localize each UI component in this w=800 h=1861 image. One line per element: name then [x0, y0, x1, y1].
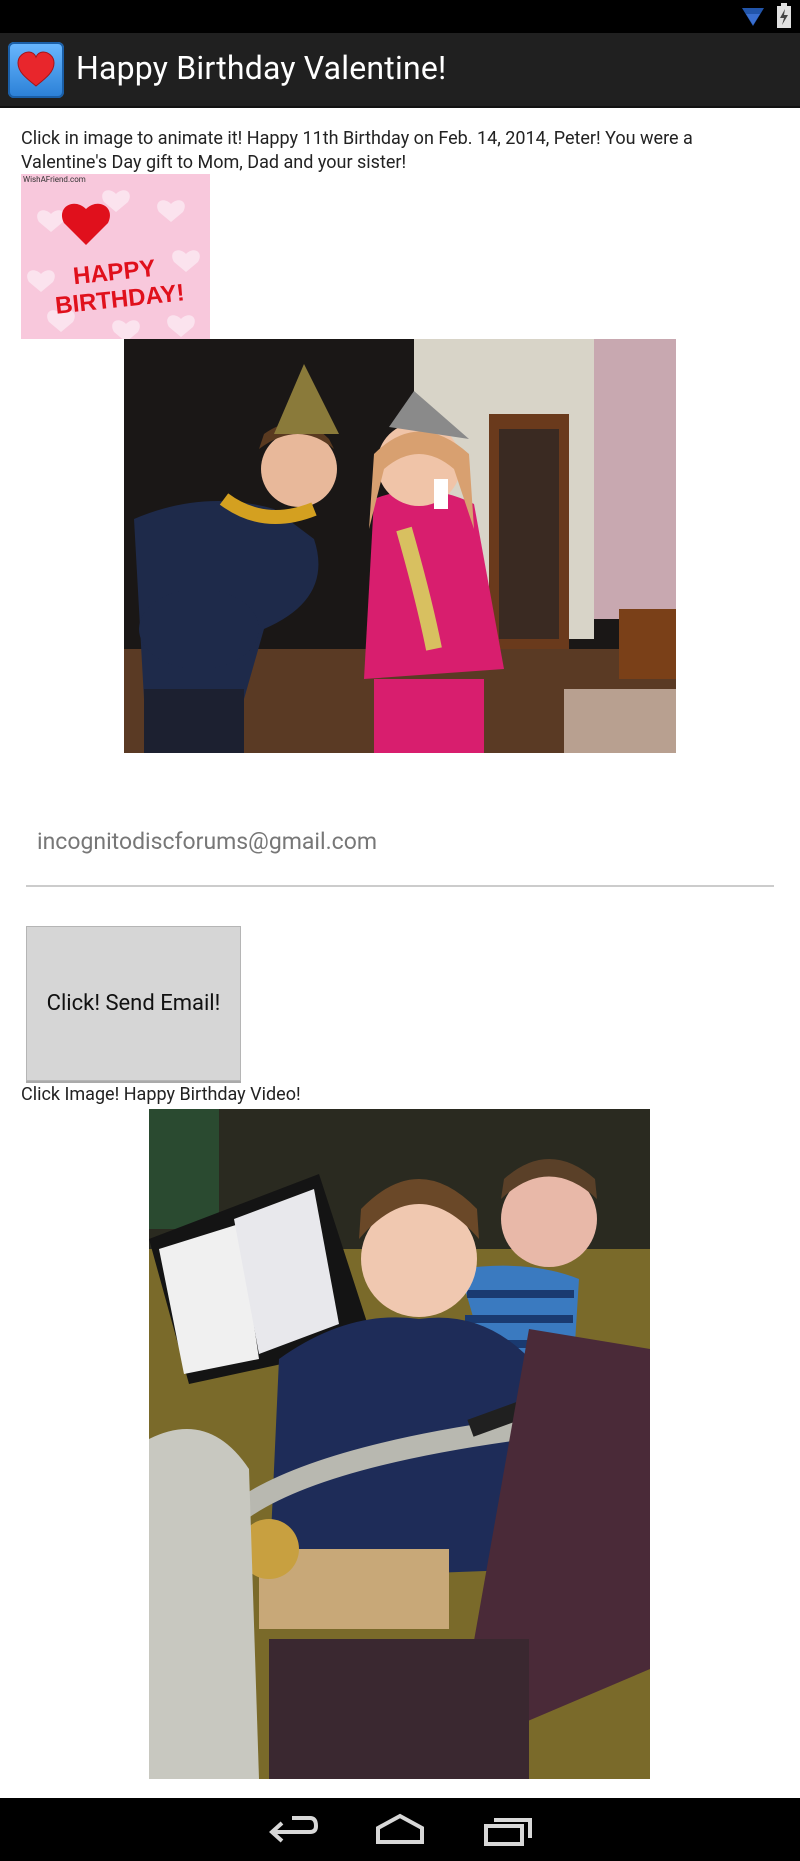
birthday-card-image[interactable]: WishAFriend.com HAPPY BIRTHDAY!: [21, 174, 210, 339]
recent-apps-icon[interactable]: [480, 1810, 540, 1850]
saxophone-photo[interactable]: [149, 1109, 650, 1779]
party-photo[interactable]: [124, 339, 676, 753]
app-title: Happy Birthday Valentine!: [76, 49, 447, 87]
intro-text: Click in image to animate it! Happy 11th…: [21, 128, 693, 173]
wifi-icon: [742, 8, 764, 26]
status-bar: [0, 0, 800, 33]
battery-icon: [777, 3, 791, 28]
main-content: Click in image to animate it! Happy 11th…: [0, 107, 800, 1798]
card-watermark: WishAFriend.com: [23, 175, 86, 184]
action-bar: Happy Birthday Valentine!: [0, 33, 800, 108]
navigation-bar: [0, 1798, 800, 1861]
send-email-button[interactable]: Click! Send Email!: [26, 926, 241, 1081]
video-label: Click Image! Happy Birthday Video!: [21, 1084, 301, 1105]
saxophone-photo-illustration: [149, 1109, 650, 1779]
email-field[interactable]: [26, 797, 774, 887]
party-photo-illustration: [124, 339, 676, 753]
heart-icon[interactable]: [8, 42, 64, 98]
home-icon[interactable]: [370, 1810, 430, 1850]
back-icon[interactable]: [262, 1810, 322, 1850]
